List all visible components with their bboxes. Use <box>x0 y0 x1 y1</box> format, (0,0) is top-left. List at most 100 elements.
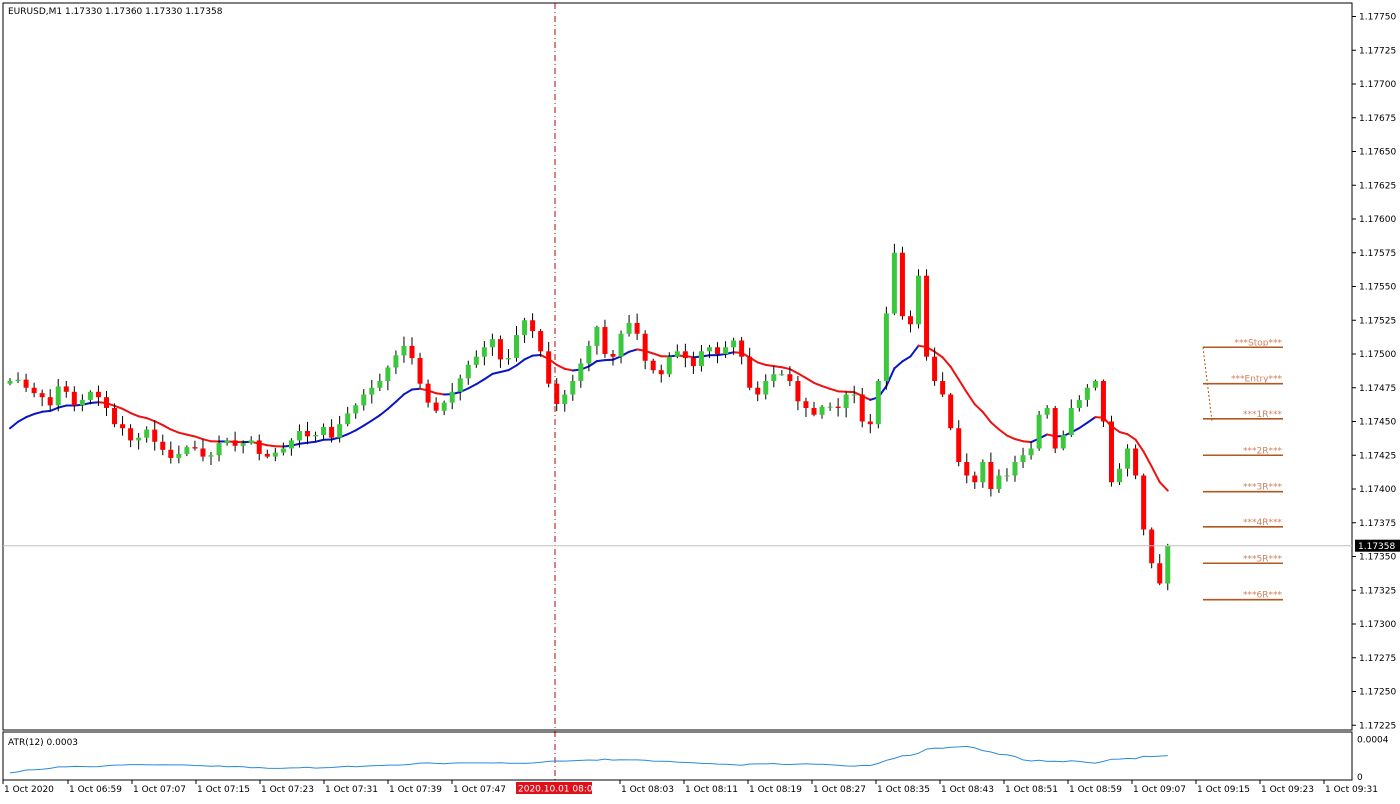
candle-body-bear <box>96 392 101 397</box>
candle <box>16 372 21 383</box>
candle-body-bear <box>426 384 431 403</box>
time-tick-label: 1 Oct 08:51 <box>1005 785 1058 795</box>
time-tick-label: 1 Oct 07:39 <box>389 785 442 795</box>
candle <box>924 269 929 360</box>
price-tick-label: 1.17550 <box>1359 283 1396 293</box>
candle-body-bull <box>225 440 230 443</box>
candle <box>498 336 503 368</box>
candle <box>466 361 471 385</box>
candle <box>40 390 45 407</box>
candle-body-bear <box>152 430 157 442</box>
ma-line-segment <box>163 425 171 429</box>
candle <box>522 318 527 343</box>
candle <box>602 320 607 358</box>
candle-body-bull <box>876 381 881 424</box>
ma-line-segment <box>179 433 187 435</box>
ma-line-segment <box>935 352 943 358</box>
ma-line-segment <box>372 415 380 420</box>
price-tick-label: 1.17300 <box>1359 620 1396 630</box>
candle-body-bull <box>313 435 318 436</box>
candle <box>546 342 551 387</box>
candle <box>289 438 294 456</box>
ma-line-segment <box>814 383 822 386</box>
candle <box>651 359 656 374</box>
candle-body-bull <box>884 314 889 382</box>
candle <box>305 422 310 444</box>
candle-body-bear <box>160 442 165 450</box>
candle-body-bull <box>345 413 350 424</box>
candle-body-bull <box>828 407 833 408</box>
candle <box>168 441 173 463</box>
atr-tick-label: 0.0004 <box>1357 736 1389 746</box>
candle <box>852 386 857 403</box>
candle <box>627 315 632 337</box>
ma-line-segment <box>1160 482 1168 490</box>
candle <box>24 374 29 392</box>
candle-body-bear <box>908 316 913 324</box>
ma-line-segment <box>484 374 492 379</box>
ma-line-segment <box>316 440 324 442</box>
ma-line-segment <box>806 378 814 383</box>
trade-level-label: ***5R*** <box>1243 554 1282 564</box>
candle-body-bull <box>844 395 849 409</box>
time-tick-label: 1 Oct 08:59 <box>1069 785 1122 795</box>
candle-body-bull <box>1077 400 1082 408</box>
time-tick-label: 1 Oct 07:47 <box>453 785 506 795</box>
ma-line-segment <box>1023 441 1031 442</box>
candle-body-bear <box>635 323 640 334</box>
ma-line-segment <box>766 365 774 366</box>
price-tick-label: 1.17275 <box>1359 654 1396 664</box>
candle-body-bull <box>779 374 784 375</box>
ma-line-segment <box>629 349 637 351</box>
candle-body-bull <box>771 374 776 381</box>
ma-line-segment <box>758 362 766 364</box>
candle <box>1125 444 1130 476</box>
candle-body-bull <box>377 381 382 388</box>
ma-line-segment <box>822 386 830 389</box>
candle <box>739 337 744 364</box>
atr-line <box>10 746 1168 773</box>
chart-canvas[interactable]: ***Stop******Entry******1R******2R******… <box>0 0 1400 800</box>
time-tick-label: 1 Oct 09:15 <box>1197 785 1250 795</box>
candle-body-bear <box>940 381 945 395</box>
ma-line-segment <box>910 346 918 357</box>
candle <box>72 386 77 411</box>
candle-body-bear <box>1053 408 1058 449</box>
candle <box>876 379 881 428</box>
time-tick-label: 1 Oct 08:43 <box>941 785 994 795</box>
candle <box>369 380 374 404</box>
candle-body-bear <box>128 428 133 440</box>
time-tick-label: 1 Oct 07:23 <box>261 785 314 795</box>
candle-body-bull <box>1061 435 1066 449</box>
candle-body-bull <box>594 327 599 346</box>
ma-line-segment <box>26 414 34 417</box>
candle-body-bear <box>932 357 937 381</box>
current-price-label: 1.17358 <box>1358 542 1395 552</box>
candle <box>1013 456 1018 482</box>
candle <box>691 352 696 374</box>
chart-window[interactable]: ***Stop******Entry******1R******2R******… <box>0 0 1400 800</box>
ma-line-segment <box>1152 467 1160 483</box>
candle <box>120 416 125 436</box>
ma-line-segment <box>565 369 573 371</box>
time-tick-label: 1 Oct 08:35 <box>877 785 930 795</box>
candle-body-bull <box>731 341 736 348</box>
candle <box>972 472 977 489</box>
candle <box>313 432 318 442</box>
candle <box>1053 406 1058 453</box>
candle <box>474 350 479 367</box>
time-axis[interactable]: 1 Oct 20201 Oct 06:591 Oct 07:071 Oct 07… <box>3 780 1378 795</box>
candle-body-bull <box>136 438 141 441</box>
candle-body-bull <box>273 453 278 457</box>
candle <box>506 349 511 365</box>
price-axis[interactable]: 1.177501.177251.177001.176751.176501.176… <box>1352 13 1400 732</box>
candle-body-bear <box>410 346 415 358</box>
ma-line-segment <box>613 356 621 359</box>
trade-level-label: ***6R*** <box>1243 591 1282 601</box>
ma-line-segment <box>50 408 58 411</box>
candle-body-bear <box>48 397 53 405</box>
candle-body-bear <box>64 386 69 391</box>
candle <box>900 247 905 320</box>
candle-body-bear <box>32 388 37 393</box>
price-tick-label: 1.17575 <box>1359 249 1396 259</box>
